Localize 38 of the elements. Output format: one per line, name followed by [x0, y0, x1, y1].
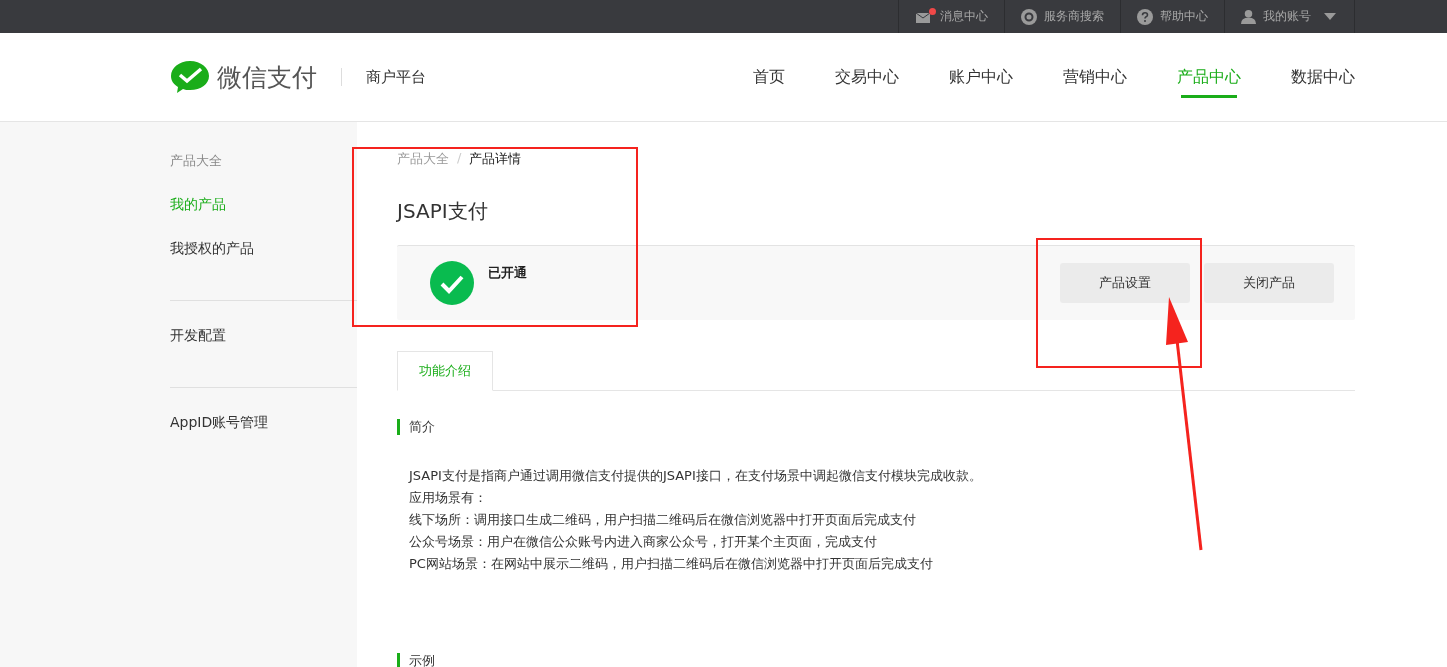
nav-tab[interactable]: 交易中心: [785, 33, 899, 121]
caret-icon: [1324, 13, 1336, 20]
sidebar-item[interactable]: AppID账号管理: [170, 414, 357, 438]
section-heading: 简介: [397, 419, 1355, 435]
sidebar-group-title: 产品大全: [170, 152, 223, 170]
section-heading: 示例: [397, 653, 1355, 667]
platform-name: 商户平台: [366, 67, 426, 87]
top-link-label: 消息中心: [940, 8, 988, 25]
top-link[interactable]: 消息中心: [898, 0, 1004, 33]
help-icon: [1137, 8, 1153, 25]
top-link-label: 服务商搜索: [1044, 8, 1104, 25]
description-line: JSAPI支付是指商户通过调用微信支付提供的JSAPI接口，在支付场景中调起微信支付模块完成收款。: [409, 467, 983, 485]
top-link-label: 帮助中心: [1160, 8, 1208, 25]
description-line: PC网站场景：在网站中展示二维码，用户扫描二维码后在微信浏览器中打开页面后完成支付: [409, 555, 934, 573]
status-label: 已开通: [488, 264, 527, 282]
action-button[interactable]: 关闭产品: [1204, 263, 1334, 303]
top-link-label: 我的账号: [1263, 8, 1311, 25]
sidebar-item[interactable]: 开发配置: [170, 327, 357, 351]
nav-tab[interactable]: 营销中心: [1013, 33, 1127, 121]
action-button[interactable]: 产品设置: [1060, 263, 1190, 303]
user-icon: [1241, 9, 1256, 24]
nav-tab[interactable]: 数据中心: [1241, 33, 1355, 121]
description-line: 线下场所：调用接口生成二维码，用户扫描二维码后在微信浏览器中打开页面后完成支付: [409, 511, 917, 529]
sidebar-item[interactable]: 我授权的产品: [170, 240, 357, 264]
unread-dot: [929, 7, 936, 15]
breadcrumb-current: 产品详情: [469, 150, 522, 168]
top-link[interactable]: 帮助中心: [1120, 0, 1224, 33]
nav-tab[interactable]: 首页: [703, 33, 785, 121]
nav-tab[interactable]: 账户中心: [899, 33, 1013, 121]
breadcrumb-separator: /: [457, 150, 462, 167]
page-title: JSAPI支付: [397, 198, 489, 225]
logo-text: 微信支付: [217, 61, 317, 94]
description-line: 公众号场景：用户在微信公众账号内进入商家公众号，打开某个主页面，完成支付: [409, 533, 878, 551]
logo-icon: [170, 59, 210, 95]
description-line: 应用场景有：: [409, 489, 488, 507]
search-icon: [1021, 8, 1037, 25]
top-link[interactable]: 服务商搜索: [1004, 0, 1120, 33]
top-link[interactable]: 我的账号: [1224, 0, 1355, 33]
